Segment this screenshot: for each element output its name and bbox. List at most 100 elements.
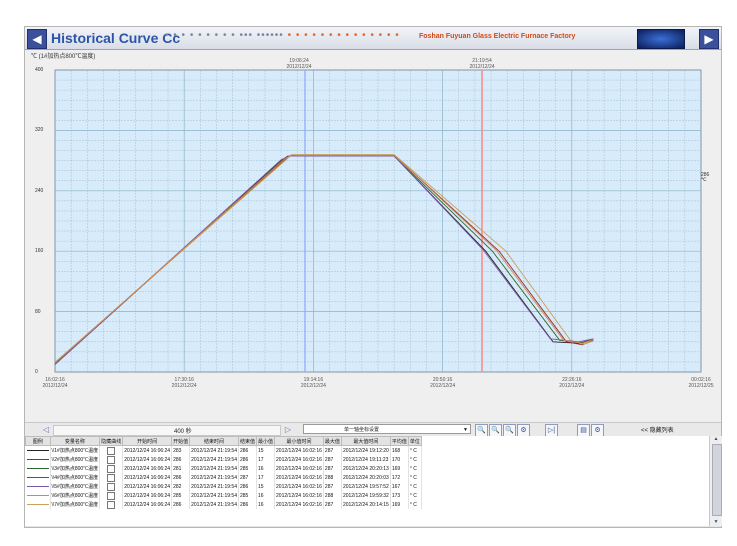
legend-swatch [26, 503, 49, 505]
column-header[interactable]: 最小值时间 [274, 436, 324, 446]
column-header[interactable]: 最大值 [322, 436, 342, 446]
min-value-cell: 17 [256, 455, 276, 464]
avg-value-cell: 169 [390, 500, 409, 509]
legend-swatch-cell [25, 455, 51, 464]
min-value-cell: 16 [256, 464, 276, 473]
axis-setting-value: 单一轴坐标设置 [344, 427, 380, 433]
decorative-dots: • • • • • • • • • ••• •••••• • • • • • •… [165, 30, 400, 41]
legend-swatch-cell [25, 482, 51, 491]
dots-blue: • • • • • • • • • ••• •••••• [165, 30, 284, 41]
column-header[interactable]: 最小值 [256, 436, 276, 446]
trend-chart[interactable] [25, 50, 721, 422]
start-time-cell: 2012/12/24 16:06:24 [122, 500, 173, 509]
max-time-cell: 2012/12/24 19:59:32 [341, 491, 391, 500]
hide-curve-checkbox[interactable] [107, 455, 116, 464]
min-time-cell: 2012/12/24 16:02:16 [274, 473, 324, 482]
variable-name-cell: \\6#加热点800℃温度 [50, 491, 101, 500]
unit-cell: ° C [408, 464, 422, 473]
time-scroll-toolbar: ◁ 400 秒 ▷ 单一轴坐标设置 ▼ 🔍 🔍 🔍 ⚙ ▷| ▤ ⚙ << 隐藏… [25, 422, 721, 437]
hide-curve-checkbox[interactable] [107, 473, 116, 482]
y-tick-label: 400 [35, 67, 44, 73]
hide-curve-cell [99, 464, 124, 473]
avg-value-cell: 173 [390, 491, 409, 500]
column-header[interactable]: 结束值 [237, 436, 258, 446]
x-tick-date: 2012/12/24 [300, 383, 326, 389]
end-value-cell: 286 [238, 482, 258, 491]
unit-cell: ° C [408, 455, 422, 464]
end-value-cell: 286 [238, 445, 258, 455]
x-tick-date: 2012/12/25 [688, 383, 714, 389]
table-row[interactable]: \\6#加热点800℃温度 2012/12/24 16:06:24 285 2012/… [25, 491, 422, 500]
hide-curve-checkbox[interactable] [107, 446, 116, 455]
scroll-range-value: 400 秒 [174, 429, 192, 435]
column-header[interactable]: 隐藏曲线 [99, 436, 124, 446]
max-time-cell: 2012/12/24 19:12:20 [341, 445, 391, 455]
legend-swatch [26, 494, 49, 496]
max-time-cell: 2012/12/24 19:11:23 [341, 455, 391, 464]
avg-value-cell: 169 [390, 464, 409, 473]
prev-page-button[interactable]: ◀ [27, 29, 47, 49]
table-row[interactable]: \\3#加热点800℃温度 2012/12/24 16:06:24 281 2012/… [25, 464, 422, 473]
x-tick-label: 00:02:16 2012/12/25 [681, 377, 721, 389]
variable-name-cell: \\7#加热点800℃温度 [50, 500, 101, 509]
legend-swatch-cell [25, 491, 51, 500]
next-page-button[interactable]: ▶ [699, 29, 719, 49]
table-body: \\1#加热点800℃温度 2012/12/24 16:06:24 283 2012/… [25, 445, 422, 509]
table-row[interactable]: \\7#加热点800℃温度 2012/12/24 16:06:24 286 2012/… [25, 500, 422, 509]
hide-curve-checkbox[interactable] [107, 500, 116, 509]
avg-value-cell: 168 [390, 445, 409, 455]
hide-curve-checkbox[interactable] [107, 464, 116, 473]
unit-cell: ° C [408, 482, 422, 491]
min-time-cell: 2012/12/24 16:02:16 [274, 500, 324, 509]
column-header[interactable]: 结束时间 [189, 436, 239, 446]
max-time-cell: 2012/12/24 19:57:52 [341, 482, 391, 491]
hide-curve-cell [99, 482, 124, 491]
table-header-row: 图例 变量名称 隐藏曲线 开始时间 开始值 结束时间 结束值 最小值 最小值时间 最大值 最大值时间… [25, 436, 422, 446]
start-value-cell: 285 [171, 491, 191, 500]
table-row[interactable]: \\4#加热点800℃温度 2012/12/24 16:06:24 286 2012/… [25, 473, 422, 482]
variable-name-cell: \\4#加热点800℃温度 [50, 473, 101, 482]
avg-value-cell: 167 [390, 482, 409, 491]
start-value-cell: 283 [171, 445, 191, 455]
hide-list-button[interactable]: << 隐藏列表 [641, 425, 674, 434]
start-time-cell: 2012/12/24 16:06:24 [122, 445, 173, 455]
legend-swatch-cell [25, 445, 51, 455]
end-value-cell: 286 [238, 500, 258, 509]
max-value-cell: 287 [323, 455, 342, 464]
scroll-thumb[interactable] [712, 444, 722, 516]
table-row[interactable]: \\1#加热点800℃温度 2012/12/24 16:06:24 283 2012/… [25, 445, 422, 455]
max-value-cell: 288 [323, 491, 342, 500]
table-vertical-scrollbar[interactable]: ▲ ▼ [709, 436, 722, 526]
column-header[interactable]: 开始值 [171, 436, 191, 446]
column-header[interactable]: 开始时间 [122, 436, 173, 446]
end-time-cell: 2012/12/24 21:19:54 [189, 455, 239, 464]
table-row[interactable]: \\5#加热点800℃温度 2012/12/24 16:06:24 282 2012/… [25, 482, 422, 491]
table-row[interactable]: \\2#加热点800℃温度 2012/12/24 16:06:24 286 2012/… [25, 455, 422, 464]
hide-curve-cell [99, 473, 124, 482]
min-value-cell: 16 [256, 491, 276, 500]
min-value-cell: 15 [256, 482, 276, 491]
time-scrollbar[interactable]: 400 秒 [53, 425, 281, 436]
legend-swatch-cell [25, 473, 51, 482]
scroll-left-button[interactable]: ◁ [39, 424, 53, 435]
hide-curve-cell [99, 500, 124, 509]
max-value-cell: 287 [323, 500, 342, 509]
column-header[interactable]: 平均值 [389, 436, 409, 446]
scroll-down-icon[interactable]: ▼ [710, 519, 722, 526]
start-value-cell: 286 [171, 473, 191, 482]
hide-curve-checkbox[interactable] [107, 482, 116, 491]
page-title: Historical Curve Cc [51, 30, 181, 46]
legend-swatch-cell [25, 500, 51, 509]
min-time-cell: 2012/12/24 16:02:16 [274, 482, 324, 491]
column-header[interactable]: 单位 [407, 436, 422, 446]
axis-setting-select[interactable]: 单一轴坐标设置 ▼ [303, 424, 471, 434]
scroll-right-button[interactable]: ▷ [281, 424, 295, 435]
column-header[interactable]: 变量名称 [49, 436, 101, 446]
chart-panel: ℃ (1#加热点800℃温度) 19:06:24 2012/12/24 21:19… [25, 50, 721, 422]
hide-curve-checkbox[interactable] [107, 491, 116, 500]
column-header[interactable]: 图例 [25, 436, 51, 446]
scroll-up-icon[interactable]: ▲ [710, 436, 722, 443]
column-header[interactable]: 最大值时间 [340, 436, 391, 446]
legend-swatch [26, 449, 49, 451]
hide-curve-cell [99, 445, 124, 455]
